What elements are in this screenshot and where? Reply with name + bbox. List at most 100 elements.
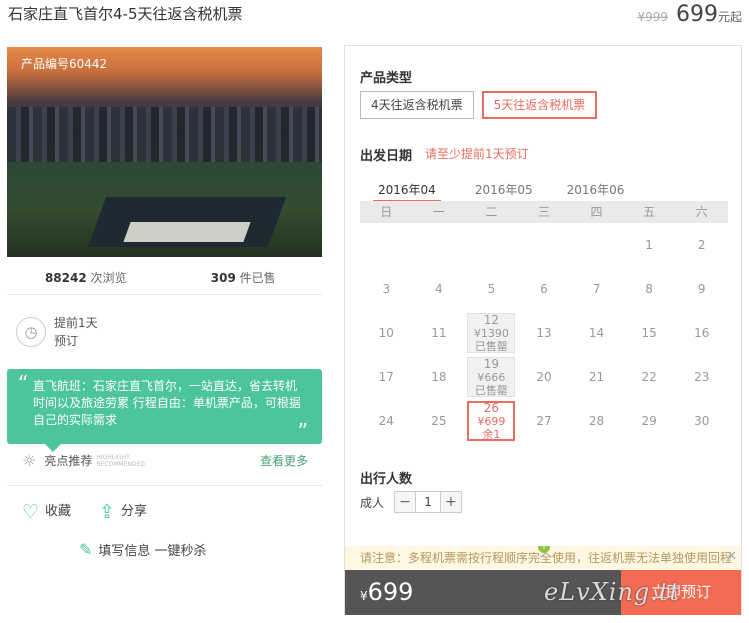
day-number: 23: [694, 369, 710, 384]
day-number: 17: [378, 369, 394, 384]
day-number: 16: [694, 325, 710, 340]
day-status: 已售罄: [474, 383, 508, 397]
calendar-day: 16: [675, 311, 728, 355]
highlight-label-en: HIGHLIGHT RECOMMENDED: [96, 453, 145, 468]
calendar-day: 9: [675, 267, 728, 311]
day-price: ¥699: [477, 414, 506, 428]
highlight-text: 直飞航班：石家庄直飞首尔，一站直达，省去转机时间以及旅途劳累 行程自由：单机票产…: [33, 379, 301, 427]
calendar-day: 14: [570, 311, 623, 355]
increment-button[interactable]: +: [441, 492, 462, 512]
weekday: 五: [643, 205, 656, 219]
booking-panel: 产品类型 4天往返含税机票 5天往返含税机票 出发日期 请至少提前1天预订 20…: [344, 45, 742, 615]
favorite-button[interactable]: ♡ 收藏: [22, 500, 71, 523]
day-number: 14: [588, 325, 605, 340]
day-number: 6: [540, 281, 548, 296]
page-title: 石家庄直飞首尔4-5天往返含税机票: [8, 5, 243, 23]
day-number: 12: [483, 312, 500, 327]
header-price: ¥999 699元起: [637, 2, 742, 27]
day-status: 余1: [482, 427, 501, 441]
day-number: 28: [588, 413, 605, 428]
action-bar: ♡ 收藏 ⇪ 分享: [22, 500, 147, 523]
original-price: ¥999: [637, 10, 668, 24]
day-number: 4: [435, 281, 443, 296]
day-number: 24: [378, 413, 394, 428]
day-number: 13: [536, 325, 552, 340]
notice-text: 请注意：多程机票需按行程顺序完全使用，往返机票无法单独使用回程: [360, 551, 733, 565]
calendar-day: 7: [570, 267, 623, 311]
month-tab[interactable]: 2016年04: [373, 181, 441, 202]
weekday-header: 日 一 二 三 四 五 六: [360, 201, 728, 223]
calendar-day: 22: [623, 355, 676, 399]
calendar-day: 3: [360, 267, 413, 311]
type-option-4day[interactable]: 4天往返含税机票: [360, 91, 474, 119]
month-tab[interactable]: 2016年06: [567, 181, 625, 202]
decrement-button[interactable]: −: [395, 492, 416, 512]
day-number: 20: [536, 369, 552, 384]
day-price: ¥666: [477, 370, 506, 384]
see-more-link[interactable]: 查看更多: [260, 452, 308, 469]
day-number: 3: [382, 281, 391, 296]
calendar-day: 30: [675, 399, 728, 443]
day-number: 29: [641, 413, 657, 428]
weekday: 二: [485, 205, 498, 219]
calendar-day: 15: [623, 311, 676, 355]
calendar-day[interactable]: 26 ¥699 余1: [465, 399, 518, 443]
calendar-empty: [465, 223, 518, 267]
quote-open-icon: “: [18, 371, 29, 395]
travelers-title: 出行人数: [360, 472, 413, 487]
day-number: 25: [431, 413, 447, 428]
day-status: 已售罄: [474, 339, 508, 353]
day-number: 26: [483, 400, 500, 415]
month-tabs: 2016年04 2016年05 2016年06: [373, 181, 624, 202]
product-photo: 产品编号60442: [7, 47, 322, 257]
adult-count[interactable]: 1: [415, 492, 442, 512]
adult-label: 成人: [360, 495, 385, 510]
calendar-day: 17: [360, 355, 413, 399]
weekday: 三: [537, 205, 550, 219]
product-stats: 88242 次浏览 309 件已售: [7, 269, 322, 286]
type-option-5day[interactable]: 5天往返含税机票: [481, 91, 598, 119]
calendar-day: 18: [413, 355, 466, 399]
divider: [7, 294, 322, 295]
calendar-day: 2: [675, 223, 728, 267]
share-button[interactable]: ⇪ 分享: [99, 500, 147, 523]
weekday: 六: [695, 205, 708, 219]
calendar-grid: 1 2 3 4 5 6 7 8 9 10 11 12 ¥1390 已售罄 13 14 15 16 17 18 19 ¥66…: [360, 223, 728, 443]
highlight-box: “ 直飞航班：石家庄直飞首尔，一站直达，省去转机时间以及旅途劳累 行程自由：单机…: [7, 369, 322, 452]
product-id: 产品编号60442: [21, 57, 108, 71]
calendar-empty: [413, 223, 466, 267]
day-number: 5: [487, 281, 496, 296]
day-number: 19: [483, 356, 500, 371]
day-number: 8: [645, 281, 653, 296]
notice-bar: i 请注意：多程机票需按行程顺序完全使用，往返机票无法单独使用回程 ✕: [345, 546, 741, 570]
close-icon[interactable]: ✕: [726, 546, 737, 569]
divider: [7, 485, 322, 486]
calendar-day: 10: [360, 311, 413, 355]
calendar-day: 27: [518, 399, 571, 443]
day-number: 21: [588, 369, 605, 384]
calendar-day: 4: [413, 267, 466, 311]
calendar-day: 5: [465, 267, 518, 311]
edit-icon: ✎: [79, 540, 93, 559]
day-number: 15: [641, 325, 657, 340]
day-number: 27: [536, 413, 552, 428]
day-number: 1: [645, 237, 653, 252]
calendar-day: 19 ¥666 已售罄: [465, 355, 518, 399]
day-number: 2: [697, 237, 706, 252]
calendar-day: 23: [675, 355, 728, 399]
highlight-label: 亮点推荐: [44, 454, 93, 468]
fill-info-button[interactable]: ✎ 填写信息 一键秒杀: [79, 540, 207, 559]
day-number: 9: [697, 281, 706, 296]
calendar-day: 11: [413, 311, 466, 355]
weekday: 四: [590, 205, 603, 219]
sold-stat: 309 件已售: [210, 271, 276, 285]
calendar-day: 8: [623, 267, 676, 311]
day-number: 11: [431, 325, 447, 340]
share-icon: ⇪: [99, 500, 115, 523]
month-tab[interactable]: 2016年05: [475, 181, 533, 202]
date-note: 请至少提前1天预订: [425, 147, 529, 161]
day-price: ¥1390: [473, 326, 509, 340]
calendar-day: 21: [570, 355, 623, 399]
day-number: 22: [641, 369, 657, 384]
watermark: eLvXing.tt: [544, 578, 681, 606]
